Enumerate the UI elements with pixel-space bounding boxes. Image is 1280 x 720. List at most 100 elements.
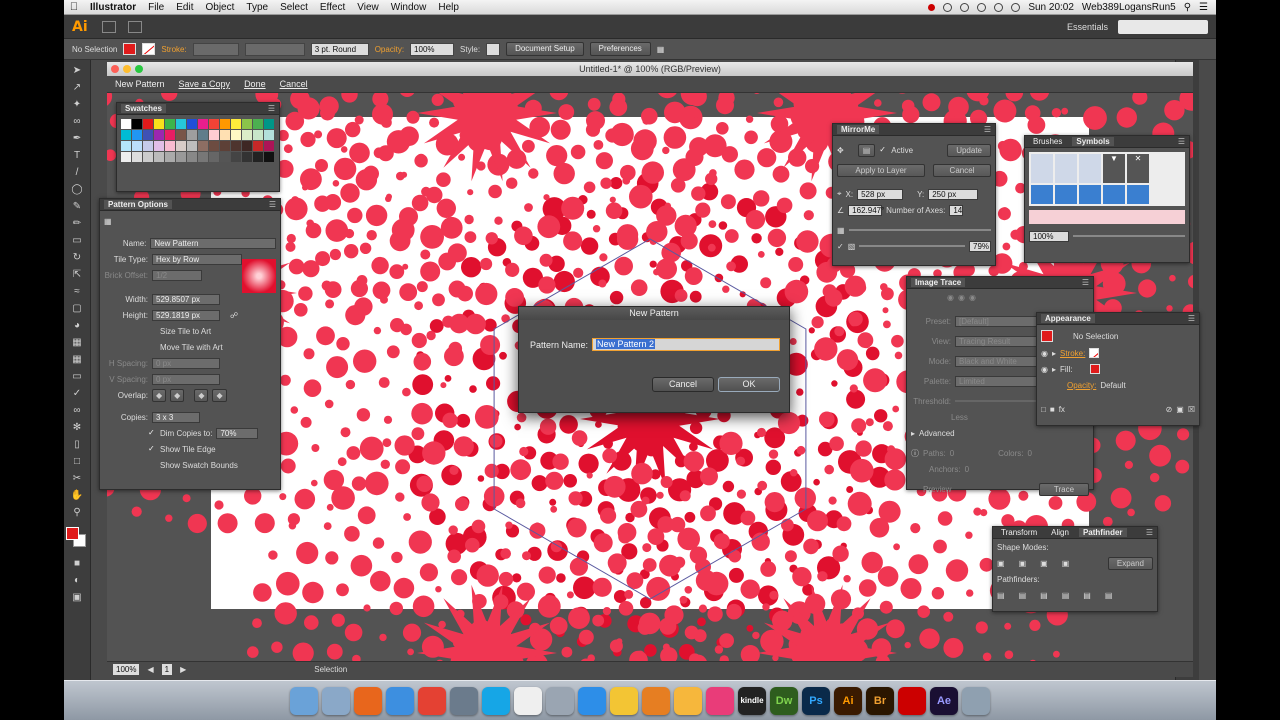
- symbol-item[interactable]: [1055, 184, 1077, 204]
- swatch-item[interactable]: [187, 152, 197, 162]
- fill-expand-icon[interactable]: ▸: [1052, 365, 1056, 374]
- swatch-item[interactable]: [198, 152, 208, 162]
- dock-preview-icon[interactable]: [322, 686, 350, 715]
- symbol-item[interactable]: ✕: [1127, 154, 1149, 183]
- symmetry-icon[interactable]: ▧: [848, 242, 856, 251]
- pattern-name-field[interactable]: New Pattern: [150, 237, 276, 249]
- show-swatch-bounds-label[interactable]: Show Swatch Bounds: [160, 461, 238, 470]
- show-tile-edge-checkbox[interactable]: ✓: [148, 445, 156, 453]
- swatch-item[interactable]: [220, 130, 230, 140]
- align-icon[interactable]: ▦: [657, 45, 665, 54]
- panel-menu-icon[interactable]: ☰: [269, 200, 280, 209]
- mirrorme-tab[interactable]: MirrorMe: [837, 125, 880, 134]
- menu-select[interactable]: Select: [274, 2, 314, 13]
- copies-select[interactable]: 3 x 3: [152, 411, 200, 423]
- gradient-tool-icon[interactable]: ▭: [69, 370, 85, 383]
- swatch-item[interactable]: [242, 141, 252, 151]
- dock-itunes-icon[interactable]: [706, 686, 734, 715]
- overlap-bottom-icon[interactable]: ◆: [212, 388, 227, 402]
- type-tool-icon[interactable]: T: [69, 149, 85, 162]
- preview-label[interactable]: Preview: [923, 485, 951, 494]
- swatch-item[interactable]: [176, 119, 186, 129]
- transform-tab[interactable]: Transform: [997, 528, 1041, 537]
- opacity-label[interactable]: Opacity:: [375, 45, 404, 54]
- symbol-item[interactable]: [1031, 184, 1053, 204]
- stroke-swatch[interactable]: [142, 43, 156, 55]
- clock-icon[interactable]: [943, 2, 953, 12]
- menubar-user[interactable]: Web389LogansRun5: [1082, 2, 1176, 13]
- swatch-item[interactable]: [231, 119, 241, 129]
- arrange-documents-button[interactable]: [127, 20, 142, 33]
- artboard-number-field[interactable]: 1: [161, 664, 173, 675]
- tile-editor-icon[interactable]: ▦: [104, 217, 112, 226]
- swatch-item[interactable]: [165, 130, 175, 140]
- artboard-next-icon[interactable]: ▶: [180, 665, 186, 674]
- swatch-item[interactable]: [220, 152, 230, 162]
- expand-button[interactable]: Expand: [1107, 556, 1153, 570]
- panel-menu-icon[interactable]: ☰: [1146, 528, 1157, 537]
- apple-icon[interactable]: : [64, 1, 84, 13]
- swatch-item[interactable]: [154, 141, 164, 151]
- minus-back-icon[interactable]: ▤: [1105, 591, 1113, 600]
- swatch-item[interactable]: [154, 152, 164, 162]
- dock-chrome-icon[interactable]: [418, 686, 446, 715]
- check-icon[interactable]: ✓: [837, 242, 844, 251]
- wifi-icon[interactable]: [994, 2, 1004, 12]
- menu-file[interactable]: File: [142, 2, 170, 13]
- scale-tool-icon[interactable]: ⇱: [69, 268, 85, 281]
- low-color-icon[interactable]: ◉: [969, 293, 976, 302]
- advanced-disclosure-icon[interactable]: ▸: [911, 429, 915, 438]
- minimize-window-icon[interactable]: [123, 65, 131, 73]
- appearance-fill-swatch[interactable]: [1090, 364, 1101, 374]
- pattern-options-tab[interactable]: Pattern Options: [104, 200, 173, 209]
- duplicate-icon[interactable]: ▣: [1176, 405, 1184, 414]
- swatch-item[interactable]: [187, 119, 197, 129]
- merge-icon[interactable]: ▤: [1040, 591, 1048, 600]
- menu-window[interactable]: Window: [385, 2, 433, 13]
- size-tile-label[interactable]: Size Tile to Art: [160, 327, 211, 336]
- swatch-item[interactable]: [264, 152, 274, 162]
- rotate-tool-icon[interactable]: ↻: [69, 251, 85, 264]
- dim-copies-select[interactable]: 70%: [216, 427, 259, 439]
- symbol-item[interactable]: [1031, 154, 1053, 183]
- dock-ai-icon[interactable]: Ai: [834, 686, 862, 715]
- fill-box[interactable]: [66, 527, 79, 540]
- swatch-item[interactable]: [198, 130, 208, 140]
- menu-effect[interactable]: Effect: [314, 2, 351, 13]
- pen-tool-icon[interactable]: ✒: [69, 132, 85, 145]
- panel-menu-icon[interactable]: ☰: [268, 104, 279, 113]
- link-icon[interactable]: ☍: [230, 311, 238, 320]
- swatch-item[interactable]: [220, 119, 230, 129]
- symbol-item[interactable]: [1103, 184, 1125, 204]
- x-field[interactable]: 528 px: [857, 188, 904, 200]
- done-button[interactable]: Done: [244, 79, 266, 89]
- bluetooth-icon[interactable]: [977, 2, 987, 12]
- document-setup-button[interactable]: Document Setup: [506, 42, 584, 56]
- dock-photos-icon[interactable]: [610, 686, 638, 715]
- dock-garageband-icon[interactable]: [642, 686, 670, 715]
- dock-app-store-icon[interactable]: [578, 686, 606, 715]
- ellipse-tool-icon[interactable]: ◯: [69, 183, 85, 196]
- eraser-tool-icon[interactable]: ▭: [69, 234, 85, 247]
- direct-selection-tool-icon[interactable]: ↗: [69, 81, 85, 94]
- dock-acrobat-icon[interactable]: [898, 686, 926, 715]
- dim-copies-label[interactable]: Dim Copies to:: [160, 429, 212, 438]
- show-tile-edge-label[interactable]: Show Tile Edge: [160, 445, 216, 454]
- swatch-item[interactable]: [121, 152, 131, 162]
- status-text[interactable]: Selection: [314, 665, 347, 674]
- swatch-item[interactable]: [253, 130, 263, 140]
- auto-color-icon[interactable]: ◉: [947, 293, 954, 302]
- dock-photo-booth-icon[interactable]: [450, 686, 478, 715]
- panel-menu-icon[interactable]: ☰: [1188, 314, 1199, 323]
- appearance-fill-label[interactable]: Fill:: [1060, 365, 1072, 374]
- dock-textedit-icon[interactable]: [514, 686, 542, 715]
- swatch-item[interactable]: [242, 119, 252, 129]
- pattern-name-input[interactable]: New Pattern 2: [592, 338, 781, 351]
- dock-br-icon[interactable]: Br: [866, 686, 894, 715]
- swatch-item[interactable]: [143, 141, 153, 151]
- apply-to-layer-button[interactable]: Apply to Layer: [837, 163, 925, 177]
- swatches-tab[interactable]: Swatches: [121, 104, 166, 113]
- symbols-tab[interactable]: Symbols: [1072, 137, 1114, 146]
- pencil-tool-icon[interactable]: ✏: [69, 217, 85, 230]
- preview-checkbox[interactable]: [911, 485, 919, 493]
